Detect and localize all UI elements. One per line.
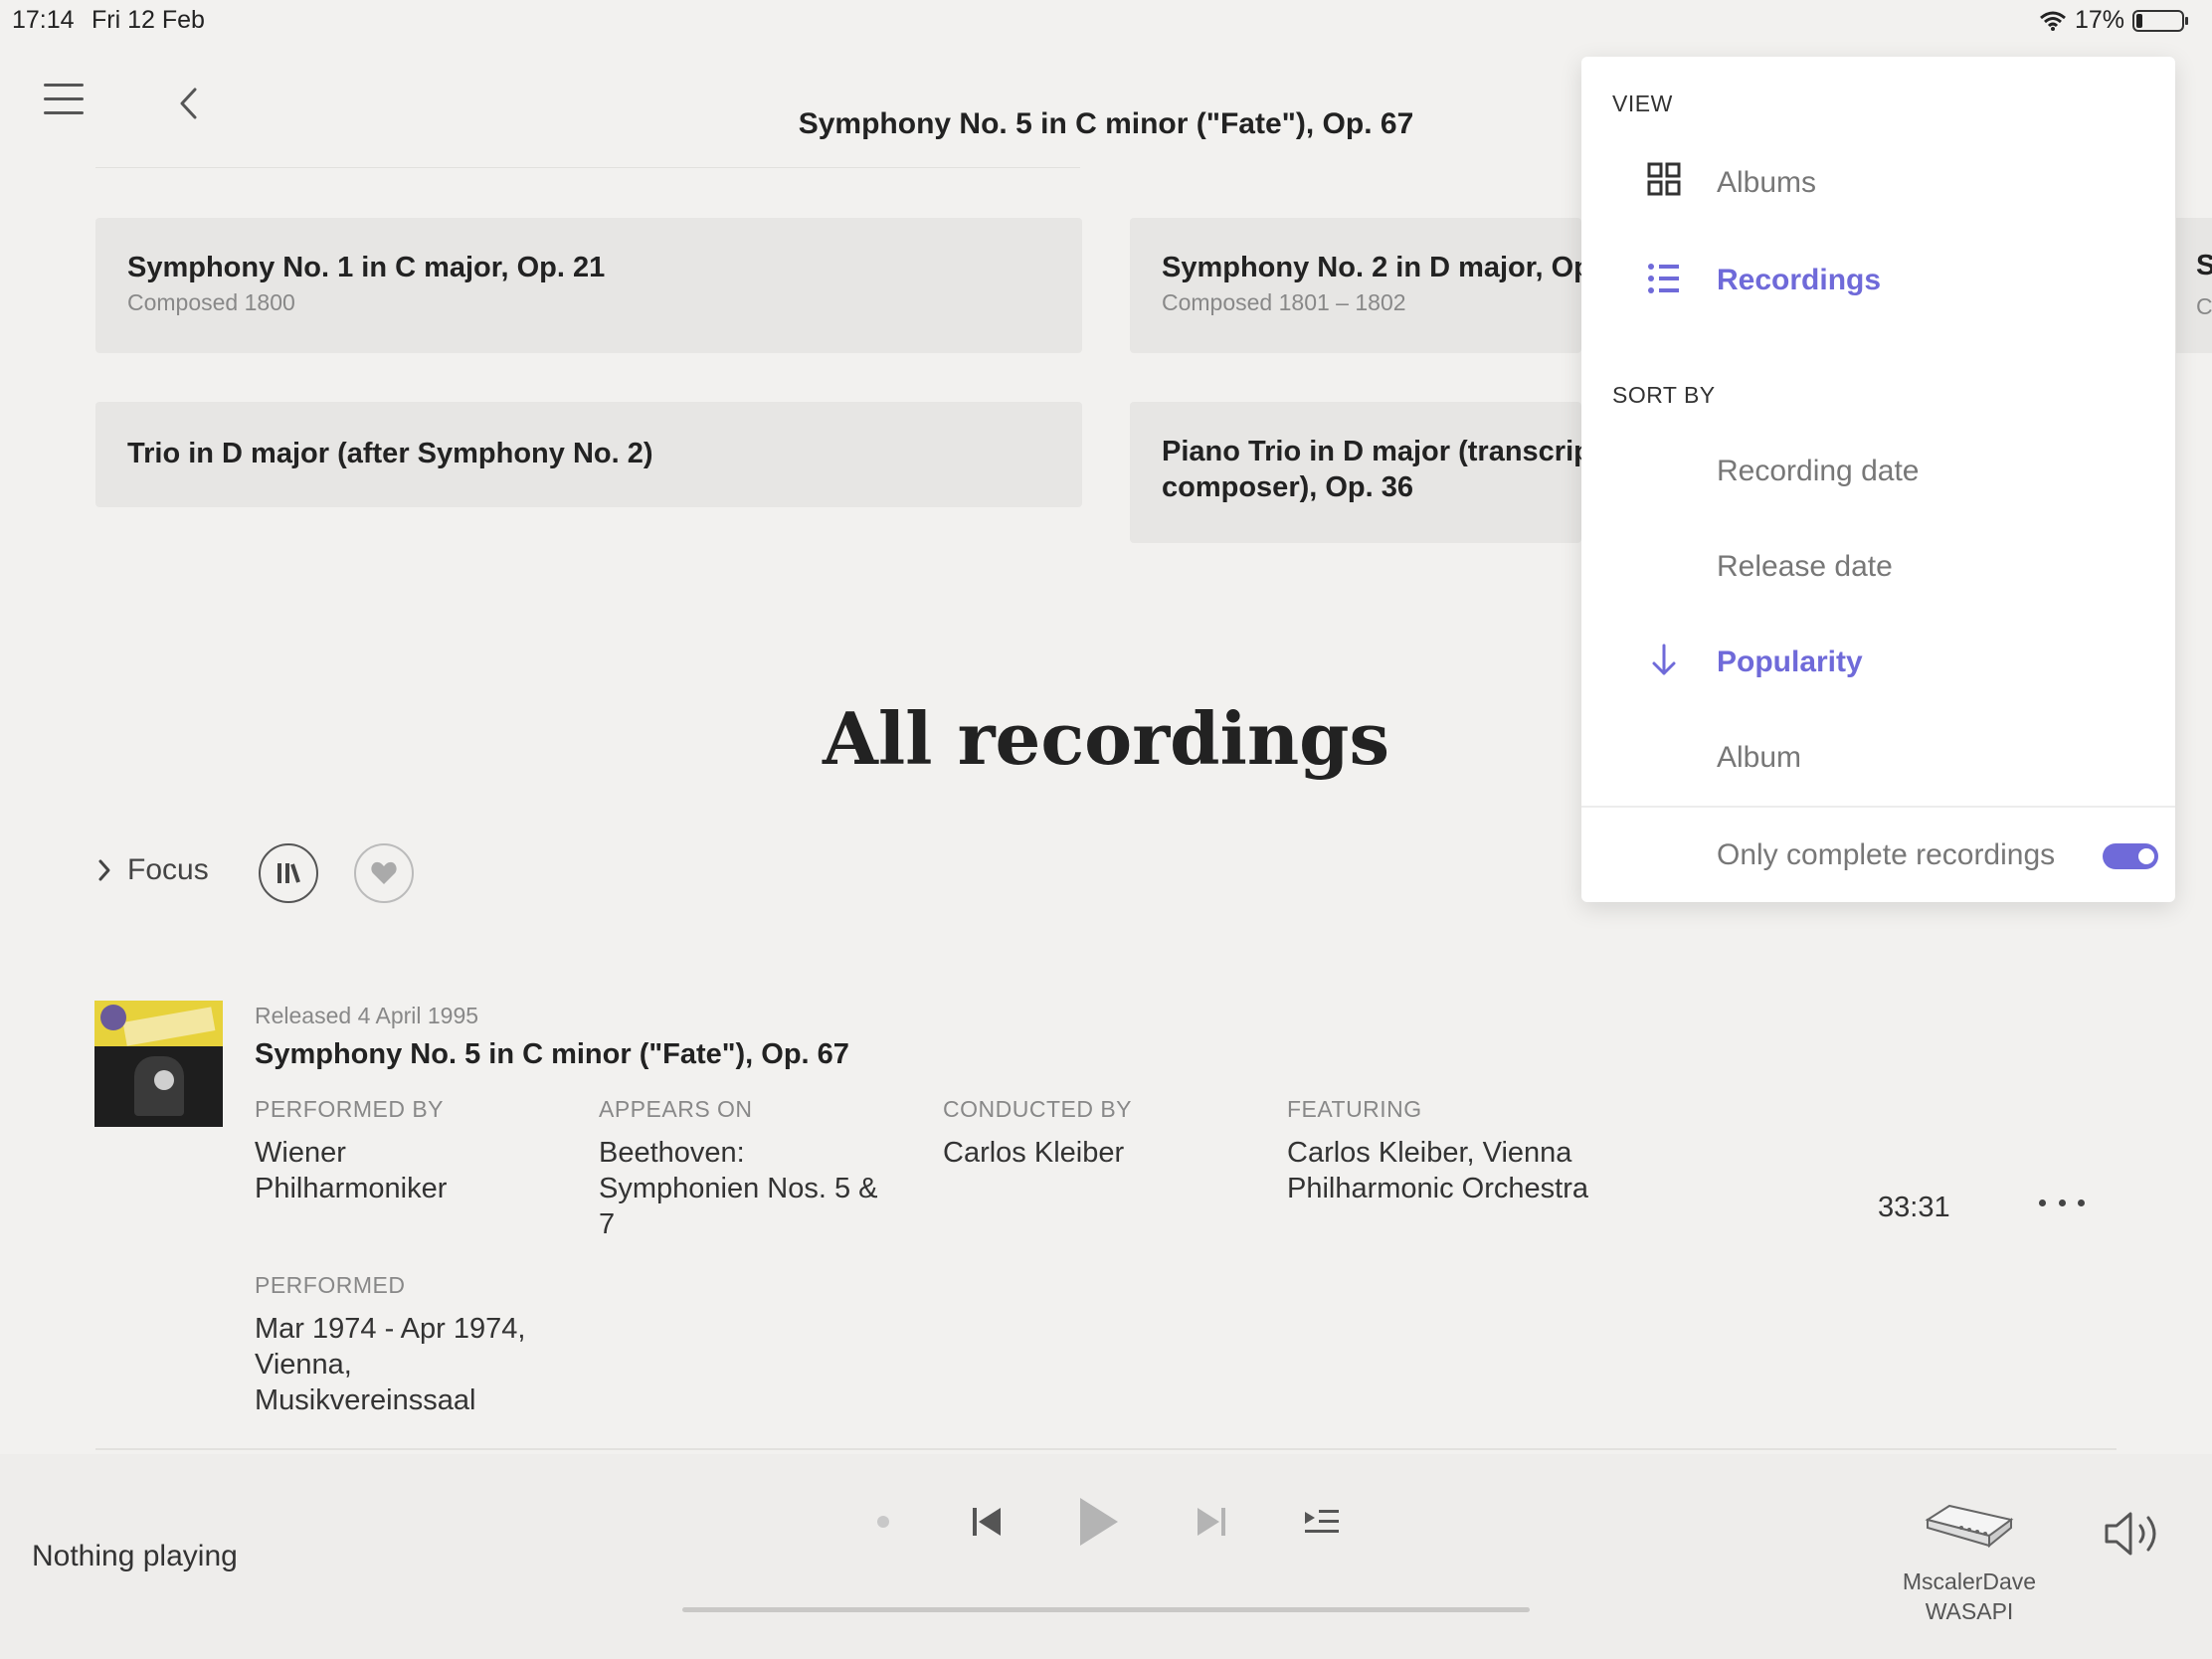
list-icon <box>1648 264 1679 293</box>
sort-heading: SORT BY <box>1612 382 1716 408</box>
view-sort-dropdown: VIEW Albums Recordings SORT BY Recording… <box>1581 57 2175 902</box>
arrow-down-icon <box>1652 644 1676 675</box>
performed-heading: PERFORMED <box>255 1272 406 1298</box>
battery-icon <box>2132 9 2188 32</box>
featuring-column: FEATURING Carlos Kleiber, Vienna Philhar… <box>1287 1096 1615 1206</box>
output-device-button[interactable]: MscalerDave WASAPI <box>1890 1502 2049 1626</box>
heart-icon <box>371 861 397 884</box>
work-subtitle: Composed 1800 <box>127 289 295 315</box>
play-icon[interactable] <box>1076 1496 1122 1548</box>
focus-toggle[interactable]: Focus <box>95 853 209 887</box>
now-playing-status: Nothing playing <box>32 1540 238 1572</box>
dropdown-divider <box>1581 806 2175 808</box>
appears-on-heading: APPEARS ON <box>599 1096 753 1122</box>
sort-option-album[interactable]: Album <box>1717 741 1801 775</box>
grid-icon <box>1647 162 1681 196</box>
conducted-by-heading: CONDUCTED BY <box>943 1096 1133 1122</box>
complete-recordings-label: Only complete recordings <box>1717 838 2056 871</box>
more-options-icon[interactable] <box>2039 1188 2085 1217</box>
work-card[interactable]: Symphony No. 2 in D major, Op. Composed … <box>1130 218 1581 353</box>
sort-option-release-date[interactable]: Release date <box>1717 550 1893 584</box>
work-card[interactable]: Symphony No. 1 in C major, Op. 21 Compos… <box>95 218 1082 353</box>
performed-column: PERFORMED Mar 1974 - Apr 1974, Vienna, M… <box>255 1272 573 1418</box>
view-heading: VIEW <box>1612 91 1673 116</box>
library-filter-button[interactable] <box>259 843 318 903</box>
queue-icon[interactable] <box>1303 1506 1341 1538</box>
shuffle-dot-icon[interactable] <box>871 1510 895 1534</box>
appears-on-value[interactable]: Beethoven: Symphonien Nos. 5 & 7 <box>599 1135 897 1242</box>
featuring-heading: FEATURING <box>1287 1096 1422 1122</box>
chevron-right-icon <box>98 859 110 881</box>
featuring-value[interactable]: Carlos Kleiber, Vienna Philharmonic Orch… <box>1287 1135 1605 1206</box>
device-name: MscalerDave <box>1902 1568 2037 1594</box>
appears-on-column: APPEARS ON Beethoven: Symphonien Nos. 5 … <box>599 1096 897 1242</box>
sort-option-popularity[interactable]: Popularity <box>1717 645 1863 679</box>
sort-option-recording-date[interactable]: Recording date <box>1717 455 1919 488</box>
work-title: Symphony No. 1 in C major, Op. 21 <box>127 252 606 283</box>
release-date: Released 4 April 1995 <box>255 1003 479 1028</box>
work-title: Trio in D major (after Symphony No. 2) <box>127 438 653 469</box>
work-subtitle: Composed 1801 – 1802 <box>1162 289 1406 315</box>
volume-icon[interactable] <box>2103 1510 2164 1558</box>
work-card[interactable]: Piano Trio in D major (transcripti compo… <box>1130 402 1581 543</box>
work-card-partial[interactable]: S C <box>2176 218 2212 353</box>
header-divider <box>95 167 1080 168</box>
wifi-icon <box>2039 11 2066 31</box>
view-option-recordings[interactable]: Recordings <box>1717 264 1881 297</box>
status-bar: 17:14 Fri 12 Feb 17% <box>0 0 2212 40</box>
focus-label: Focus <box>127 853 209 886</box>
view-option-albums[interactable]: Albums <box>1717 166 1816 200</box>
conducted-by-column: CONDUCTED BY Carlos Kleiber <box>943 1096 1241 1171</box>
library-icon <box>277 863 300 883</box>
battery-percent: 17% <box>2074 6 2124 34</box>
status-time: 17:14 <box>12 6 75 34</box>
performed-value: Mar 1974 - Apr 1974, Vienna, Musikverein… <box>255 1313 526 1416</box>
work-card[interactable]: Trio in D major (after Symphony No. 2) <box>95 402 1082 507</box>
work-title: Symphony No. 2 in D major, Op. <box>1162 252 1581 283</box>
conducted-by-value[interactable]: Carlos Kleiber <box>943 1135 1241 1171</box>
performed-by-heading: PERFORMED BY <box>255 1096 445 1122</box>
status-date: Fri 12 Feb <box>92 6 205 34</box>
album-cover[interactable] <box>94 1001 223 1127</box>
recording-title[interactable]: Symphony No. 5 in C minor ("Fate"), Op. … <box>255 1038 849 1071</box>
next-track-icon[interactable] <box>1194 1504 1229 1540</box>
playback-progress-bar[interactable] <box>682 1607 1530 1612</box>
previous-track-icon[interactable] <box>969 1504 1005 1540</box>
recording-duration: 33:31 <box>1878 1192 1950 1223</box>
player-bar <box>0 1454 2212 1659</box>
row-divider <box>95 1448 2117 1450</box>
performed-by-column: PERFORMED BY Wiener Philharmoniker <box>255 1096 553 1206</box>
complete-recordings-toggle[interactable] <box>2103 843 2158 869</box>
work-subtitle: C <box>2196 293 2212 319</box>
work-title-line2: composer), Op. 36 <box>1162 471 1414 503</box>
device-output: WASAPI <box>1925 1598 2014 1624</box>
favorites-filter-button[interactable] <box>354 843 414 903</box>
performed-by-value[interactable]: Wiener Philharmoniker <box>255 1135 454 1206</box>
work-title: Piano Trio in D major (transcripti <box>1162 436 1581 467</box>
status-right: 17% <box>2039 6 2188 35</box>
work-title: S <box>2196 250 2212 281</box>
audio-device-icon <box>1925 1504 2014 1549</box>
